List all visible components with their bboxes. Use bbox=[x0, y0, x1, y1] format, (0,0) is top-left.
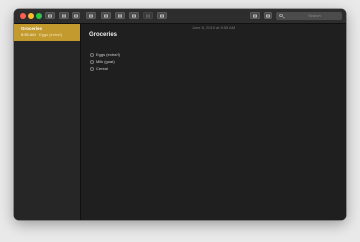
checkbox[interactable] bbox=[90, 53, 94, 57]
gallery-view-button[interactable] bbox=[59, 12, 69, 19]
checklist-icon bbox=[118, 14, 122, 17]
table-button[interactable] bbox=[129, 12, 139, 19]
close-window-button[interactable] bbox=[20, 13, 26, 19]
note-heading[interactable]: Groceries bbox=[89, 32, 117, 38]
note-preview: Eggs (extra!) bbox=[39, 32, 62, 37]
sidebar-toggle-button[interactable] bbox=[45, 12, 55, 19]
zoom-window-button[interactable] bbox=[36, 13, 42, 19]
checklist-item-label[interactable]: Cereal bbox=[96, 66, 108, 72]
checkbox[interactable] bbox=[90, 60, 94, 64]
search-icon bbox=[279, 13, 283, 17]
format-icon bbox=[104, 14, 108, 17]
trash-icon bbox=[74, 14, 78, 17]
new-note-button[interactable] bbox=[86, 12, 96, 19]
gallery-icon bbox=[62, 14, 66, 17]
notes-window: Search Groceries 8:55 AM Eggs (extra!) J… bbox=[14, 9, 346, 220]
collaborate-icon bbox=[160, 14, 164, 17]
list-item[interactable]: Groceries 8:55 AM Eggs (extra!) bbox=[14, 24, 80, 41]
collaborate-button[interactable] bbox=[157, 12, 167, 19]
note-time: 8:55 AM bbox=[21, 32, 36, 37]
note-date: June 8, 2019 at 8:55 AM bbox=[191, 25, 236, 30]
search-placeholder: Search bbox=[308, 13, 321, 18]
compose-icon bbox=[89, 14, 93, 17]
share-icon bbox=[266, 14, 270, 17]
share-button[interactable] bbox=[264, 12, 272, 19]
search-input[interactable]: Search bbox=[276, 12, 342, 20]
notes-list: Groceries 8:55 AM Eggs (extra!) bbox=[14, 24, 81, 220]
format-button[interactable] bbox=[101, 12, 111, 19]
note-title: Groceries bbox=[21, 26, 43, 31]
sidebar-icon bbox=[48, 14, 52, 17]
toolbar: Search bbox=[14, 9, 346, 24]
delete-note-button[interactable] bbox=[72, 12, 80, 19]
note-editor[interactable]: June 8, 2019 at 8:55 AM Groceries Eggs (… bbox=[81, 24, 346, 220]
checklist-item-label[interactable]: Eggs (extra!!) bbox=[96, 52, 120, 58]
checklist-button[interactable] bbox=[115, 12, 125, 19]
add-media-button[interactable] bbox=[143, 12, 153, 19]
minimize-window-button[interactable] bbox=[28, 13, 34, 19]
checkbox[interactable] bbox=[90, 67, 94, 71]
lock-note-button[interactable] bbox=[250, 12, 260, 19]
checklist-item-label[interactable]: Milk (goat) bbox=[96, 59, 115, 65]
media-icon bbox=[146, 14, 150, 17]
lock-icon bbox=[253, 14, 257, 17]
table-icon bbox=[132, 14, 136, 17]
